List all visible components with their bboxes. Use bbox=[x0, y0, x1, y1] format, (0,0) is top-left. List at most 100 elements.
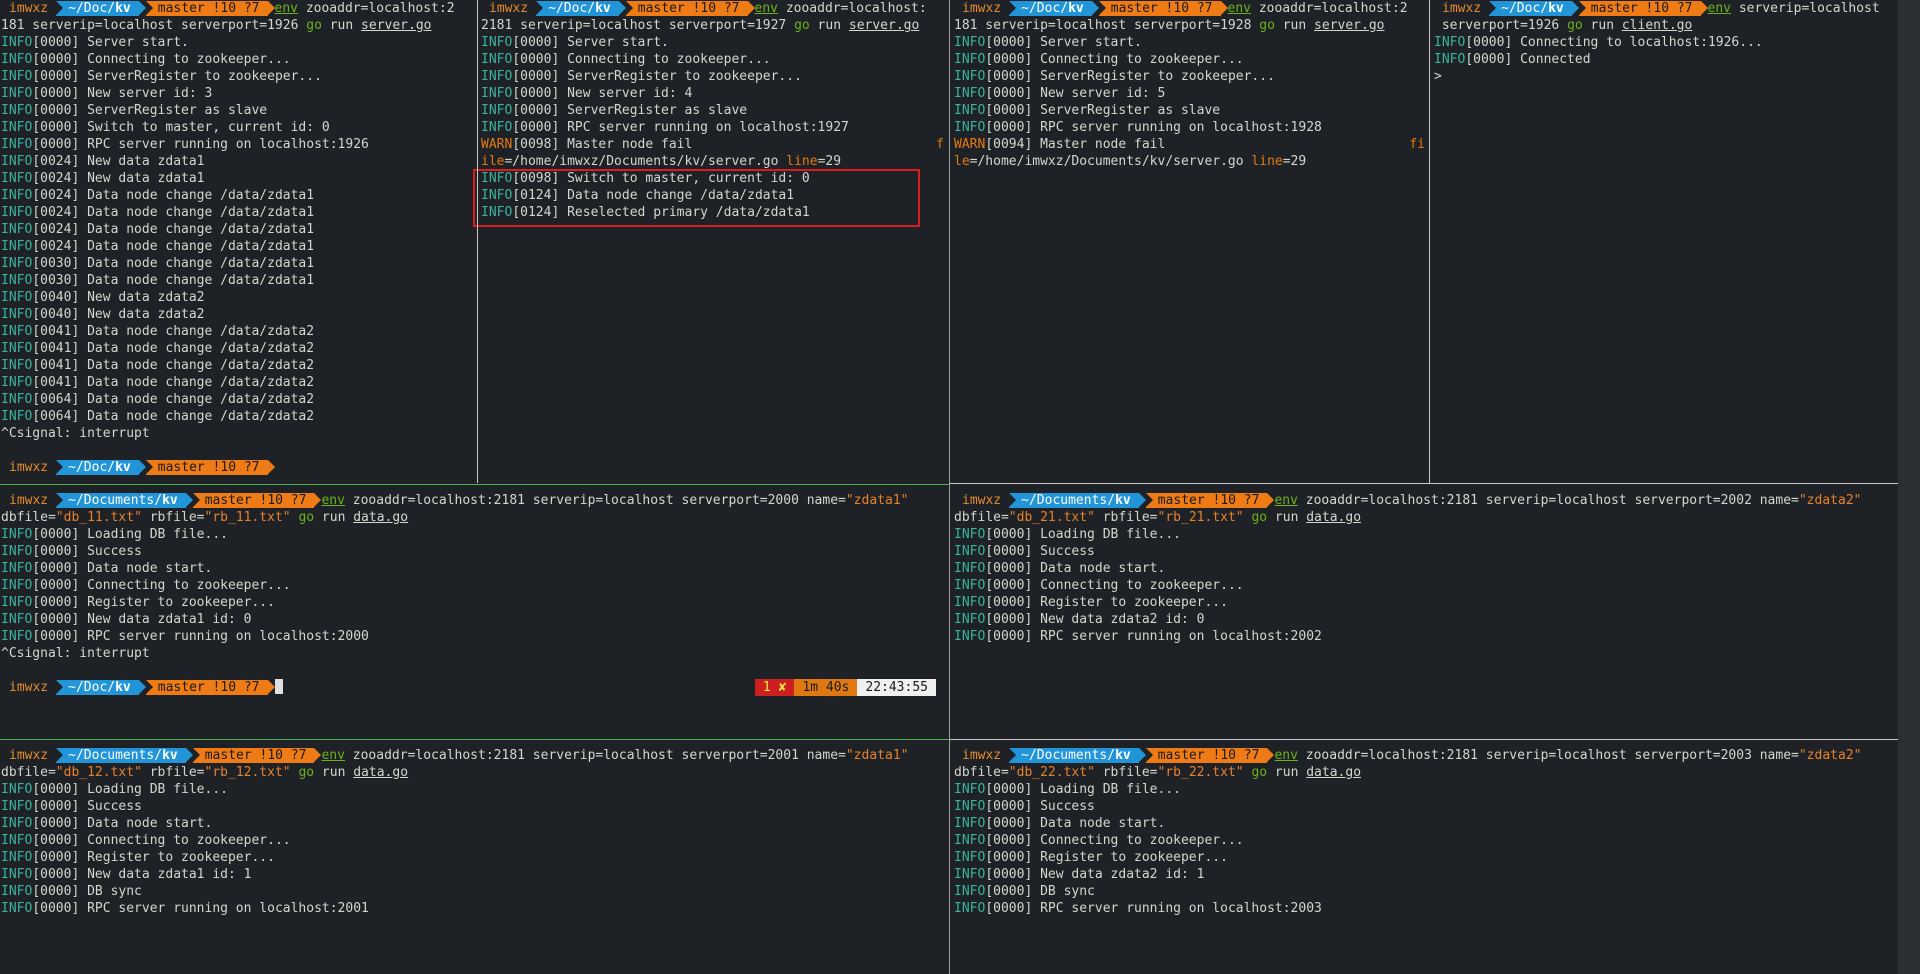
log-message: [0000] ServerRegister as slave bbox=[32, 103, 268, 118]
log-level-info: INFO bbox=[954, 799, 986, 814]
log-level-info: INFO bbox=[1, 375, 33, 390]
log-level-info: INFO bbox=[1, 358, 33, 373]
command-line-2: dbfile="db_11.txt" rbfile="rb_11.txt" go… bbox=[1, 510, 409, 525]
log-level-info: INFO bbox=[481, 35, 513, 50]
interrupt-message: ^Csignal: interrupt bbox=[1, 426, 150, 441]
log-message: [0000] Connecting to zookeeper... bbox=[512, 52, 771, 67]
log-line: INFO[0024] New data zdata1 bbox=[1, 153, 478, 170]
log-level-info: INFO bbox=[954, 527, 986, 542]
log-output: INFO[0000] Loading DB file... INFO[0000] … bbox=[1, 781, 948, 917]
log-line: INFO[0000] DB sync bbox=[954, 883, 1898, 900]
log-line: INFO[0000] New data zdata2 id: 0 bbox=[954, 611, 1898, 628]
log-line: INFO[0000] Success bbox=[1, 543, 948, 560]
log-level-info: INFO bbox=[1, 782, 33, 797]
log-message: [0000] New server id: 5 bbox=[985, 86, 1166, 101]
log-line: INFO[0000] Register to zookeeper... bbox=[1, 594, 948, 611]
prompt-line[interactable]: imwxz ~/Doc/kv master !10 ?7 1 ✘ 1m 40s 22:4… bbox=[1, 679, 948, 696]
log-line: INFO[0000] Success bbox=[1, 798, 948, 815]
command-line-2: serverport=1926 go run client.go bbox=[1434, 18, 1693, 33]
log-message: [0000] RPC server running on localhost:2… bbox=[985, 629, 1322, 644]
log-output: INFO[0000] Server start. INFO[0000] Conne… bbox=[481, 34, 948, 136]
pane-divider-vertical[interactable] bbox=[477, 0, 478, 483]
log-output: INFO[0000] Connecting to localhost:1926.… bbox=[1434, 34, 1920, 68]
client-input-prompt[interactable]: > bbox=[1434, 68, 1920, 85]
log-level-info: INFO bbox=[954, 850, 986, 865]
log-level-info: INFO bbox=[1, 171, 33, 186]
log-message: [0000] Success bbox=[32, 799, 142, 814]
log-level-info: INFO bbox=[954, 578, 986, 593]
log-line: INFO[0024] Data node change /data/zdata1 bbox=[1, 221, 478, 238]
log-level-info: INFO bbox=[954, 782, 986, 797]
log-level-info: INFO bbox=[954, 120, 986, 135]
log-level-info: INFO bbox=[1, 850, 33, 865]
log-message: [0041] Data node change /data/zdata2 bbox=[32, 358, 315, 373]
log-message: [0000] New data zdata2 id: 0 bbox=[985, 612, 1205, 627]
log-output: INFO[0000] Loading DB file... INFO[0000] … bbox=[954, 781, 1898, 917]
log-level-info: INFO bbox=[954, 833, 986, 848]
log-level-info: INFO bbox=[1, 409, 33, 424]
pane-divider-horizontal[interactable] bbox=[950, 739, 1898, 740]
log-level-info: INFO bbox=[954, 69, 986, 84]
log-line: INFO[0041] Data node change /data/zdata2 bbox=[1, 340, 478, 357]
log-level-info: INFO bbox=[954, 595, 986, 610]
terminal-pane-server-1926[interactable]: imwxz ~/Doc/kv master !10 ?7 env zooaddr=lo… bbox=[0, 0, 478, 485]
log-line: INFO[0000] Server start. bbox=[1, 34, 478, 51]
terminal-pane-data-2000[interactable]: imwxz ~/Documents/kv master !10 ?7 env zooa… bbox=[0, 492, 948, 739]
command-line-2: 181 serverip=localhost serverport=1926 g… bbox=[1, 18, 432, 33]
log-message: [0000] Server start. bbox=[512, 35, 669, 50]
log-level-info: INFO bbox=[954, 561, 986, 576]
clock-badge: 22:43:55 bbox=[857, 679, 936, 696]
prompt-line: imwxz ~/Doc/kv master !10 ?7 bbox=[1, 459, 478, 476]
command-line-1: imwxz ~/Doc/kv master !10 ?7 env zooaddr=lo… bbox=[489, 1, 927, 16]
terminal-pane-server-1927[interactable]: imwxz ~/Doc/kv master !10 ?7 env zooaddr=lo… bbox=[480, 0, 948, 485]
log-message: [0000] ServerRegister to zookeeper... bbox=[985, 69, 1275, 84]
log-level-info: INFO bbox=[1, 188, 33, 203]
pane-divider-vertical[interactable] bbox=[1429, 0, 1430, 483]
log-line: INFO[0000] Data node start. bbox=[954, 560, 1898, 577]
log-message: [0000] DB sync bbox=[32, 884, 142, 899]
log-line: INFO[0040] New data zdata2 bbox=[1, 289, 478, 306]
log-line: INFO[0000] Server start. bbox=[954, 34, 1429, 51]
command-line-1: imwxz ~/Doc/kv master !10 ?7 env zooaddr=lo… bbox=[1, 0, 478, 17]
warn-line: WARN[0094] Master node fail fi bbox=[954, 137, 1425, 152]
window-scrollbar-track[interactable] bbox=[1898, 0, 1920, 974]
log-line: INFO[0000] RPC server running on localho… bbox=[954, 900, 1898, 917]
terminal-pane-server-1928[interactable]: imwxz ~/Doc/kv master !10 ?7 env zooaddr=lo… bbox=[953, 0, 1429, 485]
log-message: [0000] RPC server running on localhost:2… bbox=[32, 629, 369, 644]
log-line: INFO[0040] New data zdata2 bbox=[1, 306, 478, 323]
log-message: [0000] ServerRegister as slave bbox=[512, 103, 748, 118]
terminal-pane-data-2002[interactable]: imwxz ~/Documents/kv master !10 ?7 env zooa… bbox=[953, 492, 1898, 739]
log-message: [0000] Success bbox=[32, 544, 142, 559]
terminal-pane-client[interactable]: imwxz ~/Doc/kv master !10 ?7 env serverip=l… bbox=[1433, 0, 1920, 485]
terminal-pane-data-2001[interactable]: imwxz ~/Documents/kv master !10 ?7 env zooa… bbox=[0, 747, 948, 974]
text-cursor bbox=[274, 679, 283, 694]
log-level-info: INFO bbox=[1, 137, 33, 152]
log-level-info: INFO bbox=[1, 120, 33, 135]
terminal-pane-data-2003[interactable]: imwxz ~/Documents/kv master !10 ?7 env zooa… bbox=[953, 747, 1898, 974]
log-level-info: INFO bbox=[954, 544, 986, 559]
command-line-2: 2181 serverip=localhost serverport=1927 … bbox=[481, 18, 920, 33]
log-line: INFO[0000] New data zdata1 id: 1 bbox=[1, 866, 948, 883]
log-line: INFO[0000] Switch to master, current id:… bbox=[1, 119, 478, 136]
log-level-info: INFO bbox=[954, 52, 986, 67]
log-message: [0064] Data node change /data/zdata2 bbox=[32, 392, 315, 407]
log-message: [0000] RPC server running on localhost:2… bbox=[32, 901, 369, 916]
log-line: INFO[0000] Connected bbox=[1434, 51, 1920, 68]
log-message: [0000] Connecting to zookeeper... bbox=[32, 578, 291, 593]
log-message: [0000] Register to zookeeper... bbox=[32, 850, 275, 865]
highlight-box bbox=[473, 169, 920, 227]
log-message: [0000] Server start. bbox=[985, 35, 1142, 50]
pane-divider-vertical[interactable] bbox=[949, 0, 950, 974]
warn-file-line: le=/home/imwxz/Documents/kv/server.go li… bbox=[954, 154, 1307, 169]
pane-divider-horizontal[interactable] bbox=[0, 484, 949, 485]
log-level-info: INFO bbox=[1, 867, 33, 882]
pane-divider-horizontal[interactable] bbox=[950, 483, 1898, 484]
log-level-info: INFO bbox=[1, 595, 33, 610]
log-message: [0064] Data node change /data/zdata2 bbox=[32, 409, 315, 424]
log-level-info: INFO bbox=[1, 239, 33, 254]
log-level-info: INFO bbox=[1, 290, 33, 305]
log-level-info: INFO bbox=[1, 816, 33, 831]
log-message: [0000] Connecting to zookeeper... bbox=[985, 833, 1244, 848]
pane-divider-horizontal[interactable] bbox=[0, 739, 949, 740]
log-message: [0024] New data zdata1 bbox=[32, 171, 205, 186]
